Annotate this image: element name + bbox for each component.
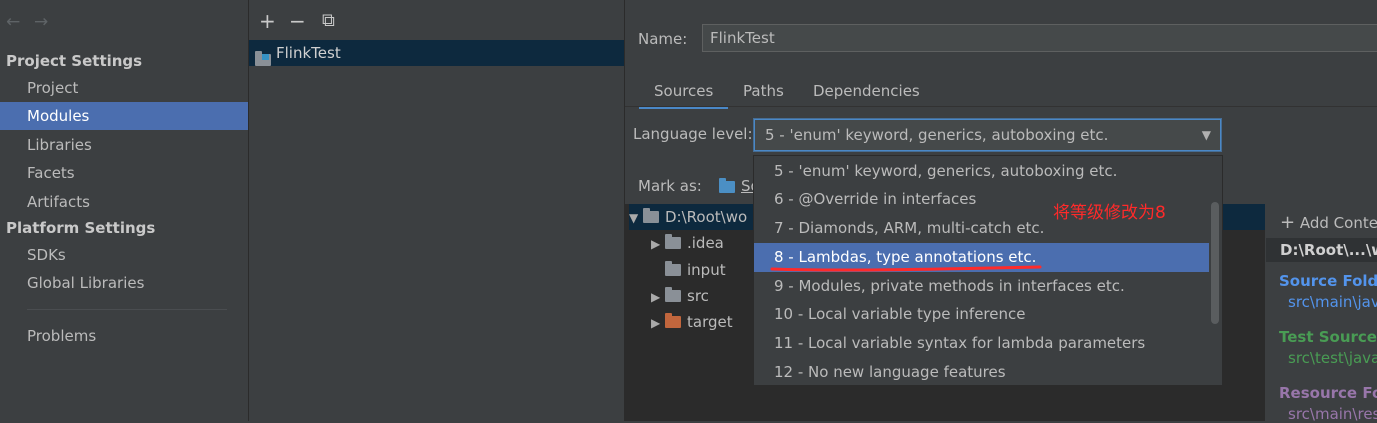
source-folder-path[interactable]: src\main\java — [1288, 293, 1377, 311]
source-folders-label: Source Folde — [1279, 272, 1377, 290]
module-folder-icon — [255, 47, 277, 73]
forward-arrow-icon[interactable]: → — [34, 12, 48, 32]
sources-folder-icon[interactable] — [719, 178, 741, 196]
tab-dependencies[interactable]: Dependencies — [813, 80, 920, 106]
tree-item-label: input — [687, 261, 726, 279]
module-item-flinktest[interactable]: FlinkTest — [249, 40, 624, 66]
test-source-folders-label: Test Source F — [1279, 328, 1377, 346]
collapse-arrow-icon[interactable]: ▼ — [629, 205, 643, 231]
sidebar-item-facets[interactable]: Facets — [0, 159, 248, 187]
tab-paths[interactable]: Paths — [743, 80, 784, 106]
tree-item-label: target — [687, 313, 733, 331]
sidebar-item-artifacts[interactable]: Artifacts — [0, 188, 248, 216]
tree-item-label: .idea — [687, 234, 724, 252]
add-icon[interactable]: + — [259, 10, 276, 32]
folder-icon — [665, 261, 681, 276]
language-level-label: Language level: — [633, 125, 753, 143]
folder-icon — [665, 287, 681, 302]
tree-item-idea[interactable]: ▶ .idea — [651, 230, 724, 256]
content-roots-pane: + Add Conte D:\Root\...\w Source Folde s… — [1266, 204, 1377, 423]
sidebar-item-modules[interactable]: Modules — [0, 102, 248, 130]
sidebar-item-sdks[interactable]: SDKs — [0, 241, 248, 269]
dropdown-scrollbar[interactable] — [1209, 156, 1222, 385]
tree-item-input[interactable]: input — [651, 257, 726, 283]
remove-icon[interactable]: − — [289, 10, 306, 32]
sidebar-item-problems[interactable]: Problems — [0, 322, 248, 350]
option-level-5[interactable]: 5 - 'enum' keyword, generics, autoboxing… — [754, 157, 1210, 186]
module-name: FlinkTest — [276, 44, 341, 62]
tree-root-label: D:\Root\wo — [665, 208, 748, 226]
add-content-label: Add Conte — [1299, 214, 1377, 232]
option-level-12[interactable]: 12 - No new language features — [754, 358, 1210, 385]
copy-icon[interactable]: ⧉ — [322, 10, 335, 32]
module-badge-icon — [262, 54, 269, 60]
add-icon: + — [1280, 212, 1296, 233]
settings-sidebar: ← → Project Settings Project Modules Lib… — [0, 0, 249, 421]
option-level-10[interactable]: 10 - Local variable type inference — [754, 300, 1210, 329]
resource-folders-label: Resource Fold — [1279, 384, 1377, 402]
scrollbar-thumb[interactable] — [1211, 202, 1219, 324]
language-level-value: 5 - 'enum' keyword, generics, autoboxing… — [765, 126, 1109, 144]
folder-icon — [643, 208, 659, 223]
sidebar-item-libraries[interactable]: Libraries — [0, 131, 248, 159]
sidebar-item-project[interactable]: Project — [0, 74, 248, 102]
option-level-9[interactable]: 9 - Modules, private methods in interfac… — [754, 272, 1210, 301]
option-level-11[interactable]: 11 - Local variable syntax for lambda pa… — [754, 329, 1210, 358]
tree-item-src[interactable]: ▶ src — [651, 283, 709, 309]
project-settings-header: Project Settings — [6, 52, 143, 70]
chevron-down-icon: ▼ — [1201, 128, 1211, 142]
annotation-text: 将等级修改为8 — [1053, 203, 1166, 223]
sidebar-item-global-libraries[interactable]: Global Libraries — [0, 269, 248, 297]
tab-sources[interactable]: Sources — [639, 80, 729, 109]
name-label: Name: — [638, 30, 688, 48]
back-arrow-icon[interactable]: ← — [6, 12, 20, 32]
mark-as-label: Mark as: — [638, 177, 702, 195]
name-field[interactable]: FlinkTest — [702, 24, 1377, 52]
expand-arrow-icon[interactable]: ▶ — [651, 284, 665, 310]
folder-icon — [665, 234, 681, 249]
expand-arrow-icon[interactable]: ▶ — [651, 310, 665, 336]
resource-folder-path[interactable]: src\main\res — [1288, 405, 1377, 423]
platform-settings-header: Platform Settings — [6, 219, 156, 237]
tab-divider — [625, 106, 1377, 107]
annotation-underline — [770, 265, 1042, 272]
tree-item-target[interactable]: ▶ target — [651, 309, 733, 335]
test-source-folder-path[interactable]: src\test\java — [1288, 349, 1377, 367]
language-level-select[interactable]: 5 - 'enum' keyword, generics, autoboxing… — [754, 119, 1221, 151]
add-content-root-button[interactable]: + Add Conte — [1280, 212, 1377, 233]
content-root-path: D:\Root\...\w — [1266, 238, 1377, 262]
expand-arrow-icon[interactable]: ▶ — [651, 231, 665, 257]
tree-item-label: src — [687, 287, 709, 305]
modules-panel: + − ⧉ FlinkTest — [249, 0, 625, 421]
excluded-folder-icon — [665, 313, 681, 328]
sidebar-divider — [27, 309, 227, 310]
